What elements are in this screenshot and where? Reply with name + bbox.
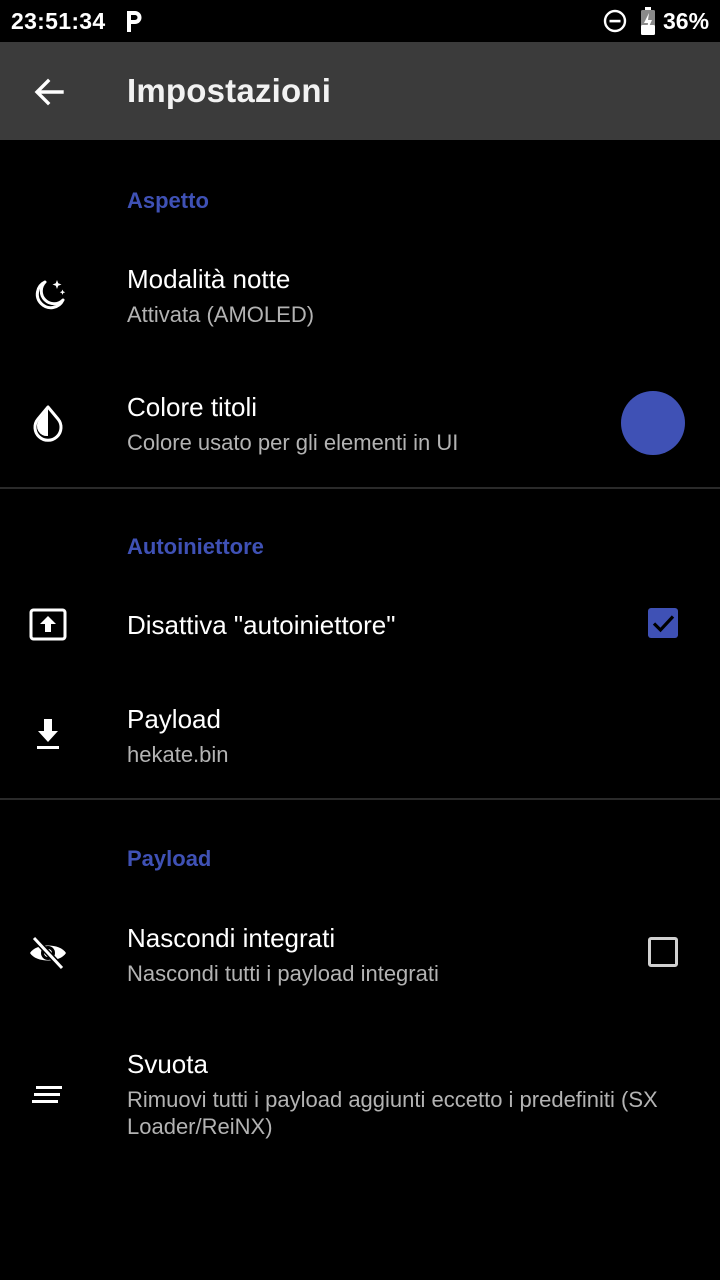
clear-all-icon bbox=[32, 1086, 62, 1103]
title-color-summary: Colore usato per gli elementi in UI bbox=[127, 430, 459, 455]
divider bbox=[0, 798, 720, 800]
disable-autoinjector-title: Disattiva "autoiniettore" bbox=[127, 610, 396, 640]
section-header-autoinjector: Autoiniettore bbox=[127, 534, 264, 559]
night-mode-icon bbox=[35, 280, 66, 310]
color-swatch[interactable] bbox=[621, 391, 685, 455]
section-header-appearance: Aspetto bbox=[127, 188, 209, 213]
payload-summary: hekate.bin bbox=[127, 742, 229, 767]
eye-off-icon bbox=[30, 935, 66, 971]
battery-percentage: 36% bbox=[663, 8, 710, 34]
parking-icon bbox=[127, 11, 142, 32]
upload-box-icon bbox=[29, 608, 67, 641]
setting-title-color[interactable]: Colore titoli Colore usato per gli eleme… bbox=[0, 365, 720, 483]
setting-night-mode[interactable]: Modalità notte Attivata (AMOLED) bbox=[0, 245, 720, 363]
battery-charging-icon bbox=[641, 7, 655, 35]
clear-summary: Rimuovi tutti i payload aggiunti eccetto… bbox=[127, 1087, 658, 1139]
divider bbox=[0, 487, 720, 489]
setting-payload[interactable]: Payload hekate.bin bbox=[0, 685, 720, 795]
setting-hide-builtin[interactable]: Nascondi integrati Nascondi tutti i payl… bbox=[0, 900, 720, 1010]
clear-title: Svuota bbox=[127, 1049, 208, 1079]
hide-builtin-checkbox[interactable] bbox=[648, 937, 678, 967]
checkmark-icon bbox=[652, 615, 675, 633]
payload-title: Payload bbox=[127, 704, 221, 734]
do-not-disturb-icon bbox=[603, 9, 627, 33]
disable-autoinjector-checkbox[interactable] bbox=[648, 608, 678, 638]
download-icon bbox=[37, 719, 59, 749]
back-arrow-icon[interactable] bbox=[30, 73, 68, 111]
page-title: Impostazioni bbox=[127, 72, 332, 109]
section-header-payload: Payload bbox=[127, 846, 212, 871]
color-drop-icon bbox=[33, 405, 63, 442]
night-mode-summary: Attivata (AMOLED) bbox=[127, 302, 315, 327]
hide-builtin-title: Nascondi integrati bbox=[127, 923, 336, 953]
setting-clear[interactable]: Svuota Rimuovi tutti i payload aggiunti … bbox=[0, 1030, 720, 1160]
setting-disable-autoinjector[interactable]: Disattiva "autoiniettore" bbox=[0, 585, 720, 665]
title-color-title: Colore titoli bbox=[127, 392, 258, 422]
hide-builtin-summary: Nascondi tutti i payload integrati bbox=[127, 961, 439, 986]
app-bar: Impostazioni bbox=[0, 42, 720, 140]
night-mode-title: Modalità notte bbox=[127, 264, 291, 294]
status-bar: 23:51:34 36% bbox=[0, 0, 720, 42]
status-time: 23:51:34 bbox=[11, 8, 106, 34]
